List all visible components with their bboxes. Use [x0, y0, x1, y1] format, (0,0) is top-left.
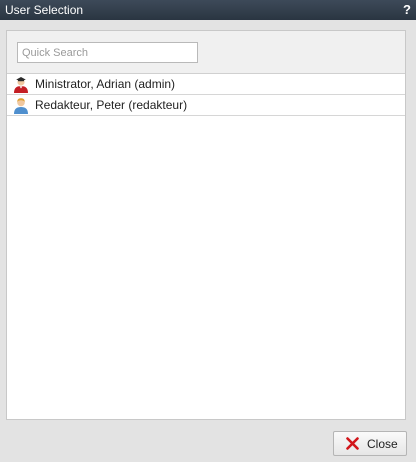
quick-search-input[interactable] — [17, 42, 198, 63]
user-label: Redakteur, Peter (redakteur) — [35, 97, 188, 112]
user-label: Ministrator, Adrian (admin) — [35, 76, 176, 91]
user-icon — [14, 97, 28, 114]
user-selection-dialog: User Selection ? Ministrator, Adrian (ad… — [0, 0, 416, 462]
user-list-panel: Ministrator, Adrian (admin) Redakteur, P… — [6, 30, 406, 420]
search-bar — [7, 31, 405, 74]
list-item-admin[interactable]: Ministrator, Adrian (admin) — [7, 74, 405, 95]
user-list: Ministrator, Adrian (admin) Redakteur, P… — [7, 74, 405, 116]
list-item-redakteur[interactable]: Redakteur, Peter (redakteur) — [7, 95, 405, 116]
help-button[interactable]: ? — [403, 0, 411, 20]
admin-user-icon — [14, 76, 28, 93]
close-button[interactable]: Close — [333, 431, 407, 456]
close-button-label: Close — [367, 436, 398, 451]
close-icon — [346, 437, 359, 450]
dialog-title: User Selection — [5, 3, 84, 17]
dialog-titlebar[interactable]: User Selection ? — [0, 0, 416, 20]
